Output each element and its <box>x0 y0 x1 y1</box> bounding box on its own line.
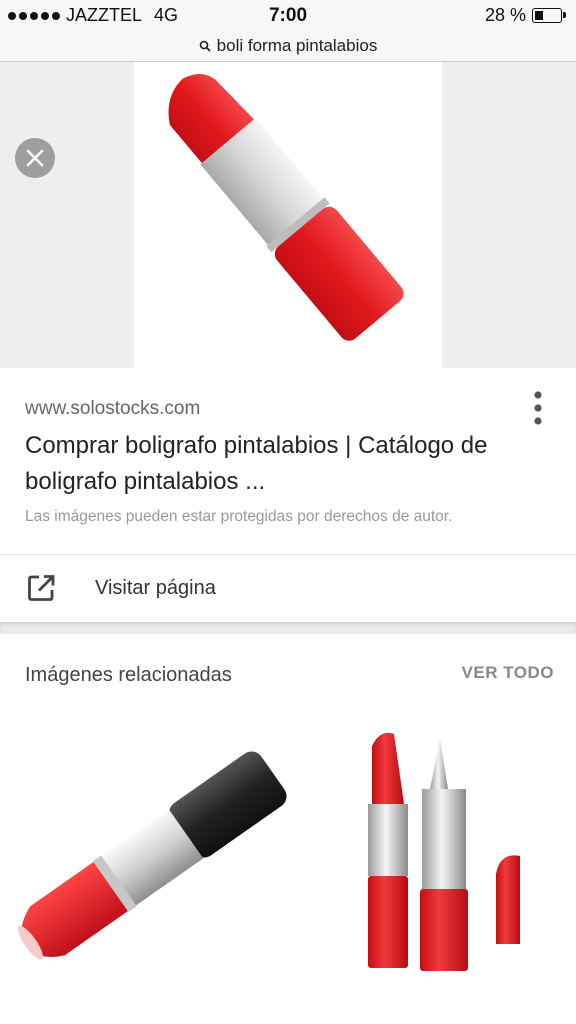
section-divider <box>0 622 576 634</box>
battery-icon <box>532 8 566 23</box>
address-bar[interactable]: boli forma pintalabios <box>0 30 576 62</box>
close-icon <box>26 149 44 167</box>
status-bar: JAZZTEL 4G 7:00 28 % <box>0 0 576 30</box>
visit-page-button[interactable]: Visitar página <box>0 555 576 621</box>
source-domain[interactable]: www.solostocks.com <box>25 398 200 420</box>
related-image-red-lipsticks[interactable] <box>350 724 550 1004</box>
search-icon <box>199 40 211 52</box>
more-vert-icon[interactable] <box>528 390 548 426</box>
related-image-black-lipstick[interactable] <box>10 734 290 984</box>
image-viewer <box>0 62 576 368</box>
close-button[interactable] <box>15 138 55 178</box>
battery-group: 28 % <box>484 5 566 26</box>
result-info-card: www.solostocks.com Comprar boligrafo pin… <box>0 368 576 555</box>
open-in-new-icon <box>28 575 55 601</box>
search-query: boli forma pintalabios <box>216 35 378 55</box>
battery-percent: 28 % <box>484 5 526 25</box>
see-all-link[interactable]: VER TODO <box>462 663 554 683</box>
result-title[interactable]: Comprar boligrafo pintalabios | Catálogo… <box>25 428 505 500</box>
related-heading: Imágenes relacionadas <box>25 664 232 686</box>
related-images-section: Imágenes relacionadas VER TODO <box>0 634 576 1024</box>
copyright-notice: Las imágenes pueden estar protegidas por… <box>25 508 453 525</box>
visit-page-label: Visitar página <box>95 577 216 599</box>
lipstick-pen-image[interactable] <box>134 62 442 368</box>
